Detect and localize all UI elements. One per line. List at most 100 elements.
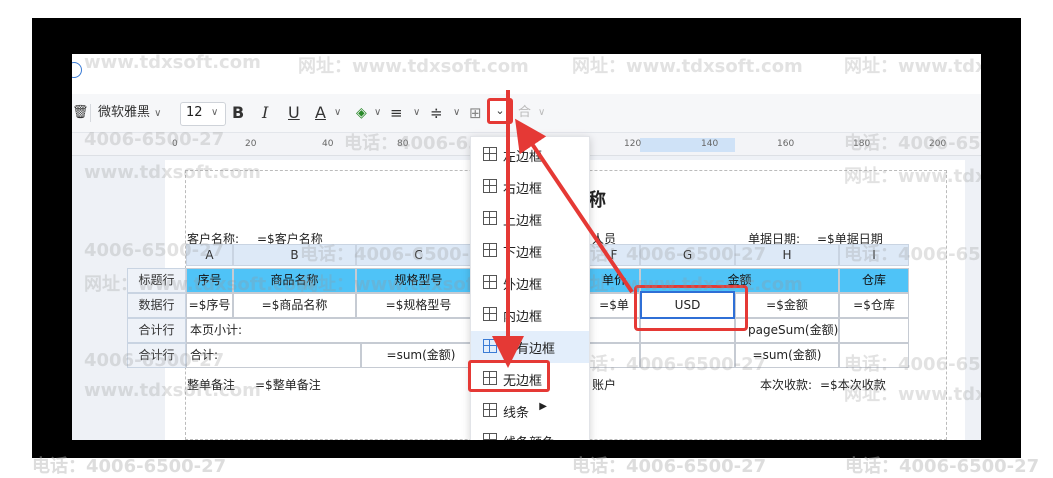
menu-item-bottom-border[interactable]: 下边框 [471, 235, 589, 267]
menu-item-top-border[interactable]: 上边框 [471, 203, 589, 235]
table-cell[interactable]: 仓库 [839, 268, 909, 293]
border-button[interactable]: ⊞ [469, 103, 482, 123]
remark-value: =$整单备注 [255, 378, 321, 392]
fill-color-icon: ◈ [356, 105, 367, 121]
watermark-site: 网址：www.tdxsoft.com [844, 384, 981, 405]
toolbar-divider [90, 104, 91, 122]
table-cell[interactable]: pageSum(金额) [735, 318, 839, 343]
menu-item-label: 下边框 [503, 246, 543, 261]
watermark-site: 网址：www.tdxsoft.com [844, 56, 981, 77]
border-right-icon [483, 179, 497, 193]
menu-item-outer-border[interactable]: 外边框 [471, 267, 589, 299]
row-label-total[interactable]: 合计行 [127, 318, 186, 343]
chevron-down-icon: ∨ [211, 107, 219, 118]
menu-item-line-style[interactable]: 线条 ▶ [471, 395, 589, 427]
menu-item-inner-border[interactable]: 内边框 [471, 299, 589, 331]
border-all-icon [483, 339, 497, 353]
watermark-site: 网址：www.tdxsoft.com [572, 274, 803, 295]
chevron-down-icon[interactable]: ∨ [334, 103, 341, 123]
menu-item-label: 内边框 [503, 310, 543, 325]
account-label: 账户 [592, 378, 617, 392]
border-dropdown-button[interactable]: ⌄ [487, 98, 513, 124]
watermark-phone: 电话：4006-6500-27 [844, 354, 981, 375]
table-cell[interactable]: 本页小计: [186, 318, 481, 343]
menu-item-left-border[interactable]: 左边框 [471, 139, 589, 171]
screenshot-frame-top [32, 18, 1021, 54]
watermark-phone: 电话：4006-6500-27 [572, 244, 767, 265]
font-family-select[interactable]: 微软雅黑 ∨ [98, 103, 161, 123]
fill-color-button[interactable]: ◈ [356, 103, 367, 123]
menu-item-all-borders[interactable]: 所有边框 [471, 331, 589, 363]
ruler-tick: 40 [322, 139, 334, 149]
watermark-phone: 4006-6500-27 [84, 240, 225, 261]
border-top-icon [483, 211, 497, 225]
watermark-phone: 电话：4006-6500-27 [844, 133, 981, 154]
delete-icon[interactable]: 🗑 [72, 103, 89, 123]
vertical-align-icon: ≑ [430, 104, 443, 122]
italic-button[interactable]: I [262, 103, 268, 123]
row-label-data[interactable]: 数据行 [127, 293, 186, 318]
bold-button[interactable]: B [232, 103, 244, 123]
font-size-value: 12 [186, 105, 203, 120]
table-cell[interactable]: =$仓库 [839, 293, 909, 318]
border-left-icon [483, 147, 497, 161]
menu-item-label: 左边框 [503, 150, 543, 165]
annotation-highlight-box [468, 360, 550, 392]
border-inner-icon [483, 307, 497, 321]
table-cell[interactable]: =sum(金额) [361, 343, 481, 368]
screenshot-frame-right [981, 18, 1021, 458]
border-outer-icon [483, 275, 497, 289]
watermark-site: www.tdxsoft.com [84, 54, 261, 73]
align-icon: ≡ [390, 104, 403, 122]
horizontal-align-button[interactable]: ≡ [390, 103, 403, 123]
chevron-down-icon[interactable]: ∨ [538, 103, 545, 123]
border-bottom-icon [483, 243, 497, 257]
received-label: 本次收款: [760, 378, 813, 392]
watermark-phone: 电话：4006-6500-27 [845, 456, 1040, 477]
font-color-icon: A [315, 103, 326, 122]
font-family-value: 微软雅黑 [98, 105, 151, 120]
line-color-icon [483, 433, 497, 440]
watermark-site: www.tdxsoft.com [84, 162, 261, 183]
chevron-down-icon[interactable]: ∨ [413, 103, 420, 123]
table-cell[interactable] [839, 318, 909, 343]
watermark-phone: 电话：4006-6500-27 [572, 354, 767, 375]
table-cell[interactable]: =$商品名称 [233, 293, 356, 318]
watermark-phone: 4006-6500-27 [84, 350, 225, 371]
menu-item-label: 右边框 [503, 182, 543, 197]
watermark-site: 网址：www.tdxsoft.com [84, 274, 315, 295]
merge-cells-button[interactable]: 合 [518, 103, 531, 123]
table-cell[interactable]: =$规格型号 [356, 293, 481, 318]
chevron-down-icon[interactable]: ∨ [374, 103, 381, 123]
logo-icon [72, 62, 82, 78]
watermark-site: 网址：www.tdxsoft.com [844, 166, 981, 187]
table-cell[interactable]: =$金额 [735, 293, 839, 318]
underline-button[interactable]: U [288, 103, 300, 123]
menu-item-label: 所有边框 [503, 342, 556, 357]
submenu-arrow-icon: ▶ [539, 401, 547, 412]
watermark-phone: 4006-6500-27 [84, 129, 225, 150]
table-cell[interactable]: =$单 [588, 293, 640, 318]
ruler-tick: 160 [777, 139, 795, 149]
menu-item-label: 外边框 [503, 278, 543, 293]
watermark-site: 网址：www.tdxsoft.com [298, 56, 529, 77]
watermark-phone: 电话：4006-6500-27 [844, 244, 981, 265]
merge-icon: 合 [518, 105, 532, 120]
chevron-down-icon: ∨ [154, 108, 162, 119]
menu-item-right-border[interactable]: 右边框 [471, 171, 589, 203]
watermark-site: www.tdxsoft.com [84, 380, 261, 401]
table-cell[interactable]: =$序号 [186, 293, 233, 318]
menu-item-line-color[interactable]: 线条颜色 [471, 425, 589, 440]
table-cell[interactable] [588, 318, 640, 343]
font-size-select[interactable]: 12 ∨ [180, 102, 226, 126]
ruler-tick: 120 [624, 139, 642, 149]
watermark-site: 网址：www.tdxsoft.com [572, 56, 803, 77]
chevron-down-icon[interactable]: ∨ [453, 103, 460, 123]
menu-item-label: 线条颜色 [503, 432, 555, 440]
ruler-tick: 20 [245, 139, 257, 149]
ruler-selection [640, 138, 735, 152]
menu-item-label: 上边框 [503, 214, 543, 229]
top-bar: www.tdxsoft.com 网址：www.tdxsoft.com 网址：ww… [72, 54, 981, 94]
font-color-button[interactable]: A [315, 103, 326, 123]
vertical-align-button[interactable]: ≑ [430, 103, 443, 123]
